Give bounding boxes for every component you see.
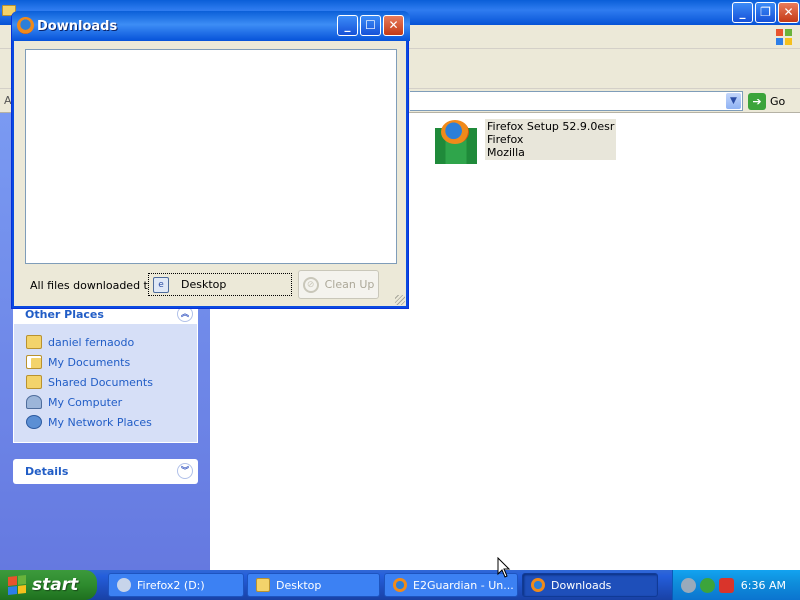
place-my-network-places[interactable]: My Network Places bbox=[14, 412, 197, 432]
go-arrow-icon: ➔ bbox=[748, 92, 766, 110]
place-label: My Documents bbox=[48, 355, 131, 369]
file-item-firefox-setup[interactable]: Firefox Setup 52.9.0esr Firefox Mozilla bbox=[433, 119, 617, 164]
firefox-installer-icon bbox=[433, 120, 479, 164]
firefox-icon bbox=[393, 578, 407, 592]
place-label: daniel fernaodo bbox=[48, 335, 135, 349]
network-icon[interactable] bbox=[681, 577, 696, 593]
file-name: Firefox Setup 52.9.0esr bbox=[487, 120, 615, 133]
details-title: Details bbox=[25, 465, 69, 478]
shield-icon[interactable] bbox=[719, 577, 734, 593]
place-label: Shared Documents bbox=[48, 375, 153, 389]
go-label: Go bbox=[770, 94, 786, 108]
start-label: start bbox=[32, 575, 79, 595]
task-downloads[interactable]: Downloads bbox=[522, 573, 658, 597]
go-button[interactable]: ➔ Go bbox=[748, 92, 785, 110]
firefox-icon bbox=[531, 578, 545, 592]
place-daniel-fernaodo[interactable]: daniel fernaodo bbox=[14, 332, 197, 352]
download-folder-button[interactable]: e Desktop bbox=[148, 273, 292, 296]
chevron-down-icon[interactable]: ▼ bbox=[726, 93, 741, 109]
minimize-button[interactable]: _ bbox=[732, 2, 753, 23]
clean-up-icon: ⊘ bbox=[302, 276, 319, 293]
network-places-icon bbox=[26, 415, 42, 429]
maximize-button[interactable]: ☐ bbox=[360, 15, 381, 36]
task-firefox2-drive[interactable]: Firefox2 (D:) bbox=[108, 573, 244, 597]
task-label: Desktop bbox=[276, 578, 322, 592]
clean-up-label: Clean Up bbox=[324, 278, 375, 291]
security-icon[interactable] bbox=[700, 577, 715, 593]
downloads-title-bar[interactable]: Downloads _ ☐ ✕ bbox=[12, 11, 410, 41]
close-button[interactable]: ✕ bbox=[778, 2, 799, 23]
download-location-label: All files downloaded to: bbox=[30, 279, 159, 292]
clock: 6:36 AM bbox=[740, 578, 786, 592]
my-computer-icon bbox=[26, 395, 42, 409]
file-company: Mozilla bbox=[487, 146, 525, 159]
start-button[interactable]: start bbox=[0, 570, 97, 600]
details-header[interactable]: Details ︾ bbox=[13, 459, 198, 484]
folder-icon bbox=[26, 335, 42, 349]
place-my-documents[interactable]: My Documents bbox=[14, 352, 197, 372]
file-description: Firefox bbox=[487, 133, 524, 146]
place-label: My Network Places bbox=[48, 415, 152, 429]
folder-icon bbox=[256, 578, 270, 592]
file-item-text: Firefox Setup 52.9.0esr Firefox Mozilla bbox=[485, 119, 617, 160]
address-input[interactable]: ▼ bbox=[410, 91, 743, 111]
desktop-icon: e bbox=[153, 276, 169, 293]
place-my-computer[interactable]: My Computer bbox=[14, 392, 197, 412]
drive-icon bbox=[117, 578, 131, 592]
task-label: Firefox2 (D:) bbox=[137, 578, 205, 592]
minimize-button[interactable]: _ bbox=[337, 15, 358, 36]
mouse-cursor-icon bbox=[497, 557, 511, 578]
firefox-icon bbox=[17, 17, 34, 34]
downloads-list[interactable] bbox=[25, 49, 397, 264]
task-label: E2Guardian - Un... bbox=[413, 578, 514, 592]
place-label: My Computer bbox=[48, 395, 123, 409]
restore-button[interactable]: ❐ bbox=[755, 2, 776, 23]
my-documents-icon bbox=[26, 355, 42, 369]
clean-up-button[interactable]: ⊘ Clean Up bbox=[298, 270, 379, 299]
task-desktop[interactable]: Desktop bbox=[247, 573, 380, 597]
downloads-title: Downloads bbox=[37, 19, 118, 34]
windows-logo-icon bbox=[8, 575, 26, 595]
task-label: Downloads bbox=[551, 578, 612, 592]
resize-grip[interactable] bbox=[395, 295, 405, 305]
chevron-down-icon[interactable]: ︾ bbox=[177, 463, 193, 479]
folder-icon bbox=[26, 375, 42, 389]
downloads-window: Downloads _ ☐ ✕ All files downloaded to:… bbox=[11, 11, 410, 309]
system-tray: 6:36 AM bbox=[672, 570, 800, 600]
place-shared-documents[interactable]: Shared Documents bbox=[14, 372, 197, 392]
download-folder-label: Desktop bbox=[181, 278, 227, 291]
other-places-title: Other Places bbox=[25, 308, 104, 321]
other-places-list: daniel fernaodo My Documents Shared Docu… bbox=[13, 324, 198, 443]
taskbar: start Firefox2 (D:) Desktop E2Guardian -… bbox=[0, 570, 800, 600]
windows-logo-icon bbox=[776, 29, 792, 45]
close-button[interactable]: ✕ bbox=[383, 15, 404, 36]
